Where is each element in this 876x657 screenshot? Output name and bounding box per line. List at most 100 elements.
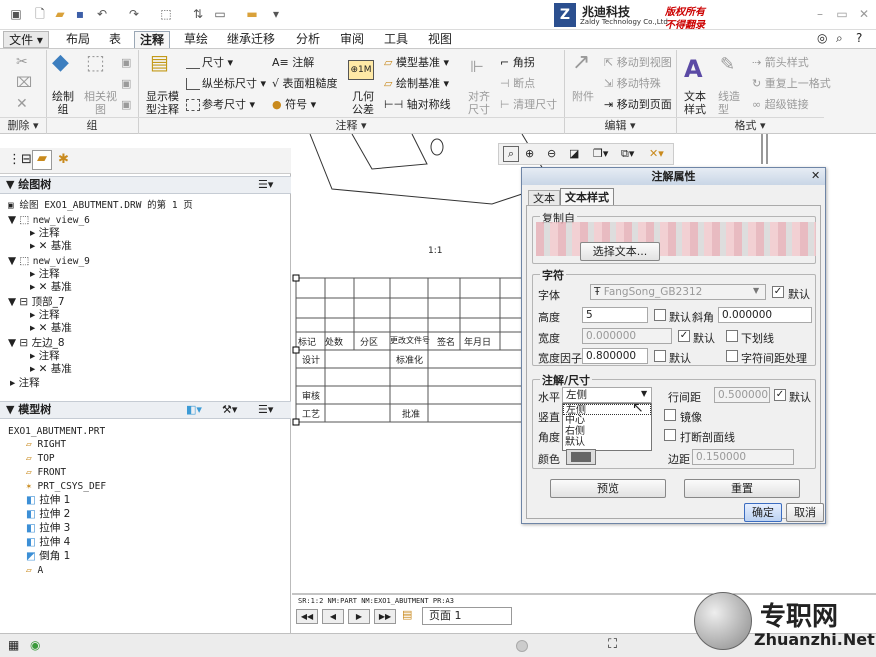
tree-view-3-notes[interactable]: ▸ 注释 bbox=[30, 309, 60, 322]
gtol-button[interactable]: 几何 公差 bbox=[352, 90, 374, 116]
preview-button[interactable]: 预览 bbox=[550, 479, 666, 498]
show-model-annotations-button[interactable]: 显示模 型注释 bbox=[146, 90, 179, 116]
repeat-format-button[interactable]: ↻ 重复上一格式 bbox=[752, 77, 831, 90]
annotation-display-icon[interactable]: ⧉▾ bbox=[621, 147, 634, 161]
width-factor-input[interactable]: 0.800000 bbox=[582, 348, 648, 364]
model-item[interactable]: ◧ 拉伸 3 bbox=[26, 522, 70, 535]
arrow-style-button[interactable]: ⇢ 箭头样式 bbox=[752, 56, 809, 69]
page-tab[interactable]: 页面 1 bbox=[422, 607, 512, 625]
select-text-button[interactable]: 选择文本... bbox=[580, 242, 660, 261]
underline-checkbox[interactable] bbox=[726, 330, 738, 342]
group-annotation-label[interactable]: 注释 ▾ bbox=[138, 117, 564, 133]
draw-group-icon[interactable]: ◆ bbox=[52, 52, 69, 74]
help-icon[interactable]: ◎ bbox=[817, 31, 827, 45]
model-tree-tools-icon[interactable]: ⚒▾ bbox=[222, 403, 237, 416]
regenerate-icon[interactable]: ⇅ bbox=[190, 6, 206, 22]
select-icon[interactable]: ⬚ bbox=[158, 6, 174, 22]
tree-view-4-notes[interactable]: ▸ 注释 bbox=[30, 350, 60, 363]
move-to-view-button[interactable]: ⇱ 移动到视图 bbox=[604, 56, 672, 69]
group-small-icon-1[interactable]: ▣ bbox=[121, 56, 131, 69]
model-item[interactable]: ▱ FRONT bbox=[26, 466, 66, 479]
option-center[interactable]: 中心 bbox=[563, 415, 651, 426]
last-page-icon[interactable]: ▶▶ bbox=[374, 609, 396, 624]
width-factor-default-checkbox[interactable] bbox=[654, 350, 666, 362]
tab-text-style[interactable]: 文本样式 bbox=[560, 188, 614, 206]
tree-notes[interactable]: ▸ 注释 bbox=[10, 377, 40, 390]
line-spacing-default-checkbox[interactable]: ✓ bbox=[774, 389, 786, 401]
question-icon[interactable]: ? bbox=[856, 31, 862, 45]
new-icon[interactable]: 🗋 bbox=[32, 6, 48, 22]
breakpoint-button[interactable]: ⊣ 断点 bbox=[500, 77, 535, 90]
erase-icon[interactable]: ✕ bbox=[16, 97, 28, 111]
display-style-icon[interactable]: ❒▾ bbox=[593, 147, 608, 160]
kerning-checkbox[interactable] bbox=[726, 350, 738, 362]
drawing-tree-header[interactable]: ▼ 绘图树 bbox=[0, 176, 291, 194]
tab-view[interactable]: 视图 bbox=[422, 31, 458, 48]
corner-button[interactable]: ⌐ 角拐 bbox=[500, 56, 535, 69]
open-icon[interactable]: ▰ bbox=[52, 6, 68, 22]
line-style-icon[interactable]: ✎ bbox=[720, 56, 735, 74]
draw-datum-button[interactable]: ▱ 绘制基准 ▾ bbox=[384, 77, 449, 90]
tab-layout[interactable]: 布局 bbox=[60, 31, 96, 48]
group-edit-label[interactable]: 编辑 ▾ bbox=[564, 117, 676, 133]
option-right[interactable]: 右侧 bbox=[563, 426, 651, 437]
tree-view-4-datum[interactable]: ▸ ✕ 基准 bbox=[30, 363, 72, 376]
tree-view-2-datum[interactable]: ▸ ✕ 基准 bbox=[30, 281, 72, 294]
tree-view-3[interactable]: ▼ ⊟ 顶部_7 bbox=[8, 296, 65, 309]
group-format-label[interactable]: 格式 ▾ bbox=[676, 117, 824, 133]
margin-input[interactable]: 0.150000 bbox=[692, 449, 794, 465]
cancel-button[interactable]: 取消 bbox=[786, 503, 824, 522]
tree-view-4[interactable]: ▼ ⊟ 左边_8 bbox=[8, 337, 65, 350]
surface-finish-button[interactable]: √ 表面粗糙度 bbox=[272, 77, 338, 90]
redo-icon[interactable]: ↷ bbox=[126, 6, 142, 22]
drawing-root[interactable]: ▣ 绘图 EXO1_ABUTMENT.DRW 的第 1 页 bbox=[8, 199, 193, 212]
repaint-icon[interactable]: ◪ bbox=[569, 147, 579, 160]
move-special-button[interactable]: ⇲ 移动特殊 bbox=[604, 77, 661, 90]
tab-sketch[interactable]: 草绘 bbox=[178, 31, 214, 48]
gtol-icon[interactable]: ⊕1M bbox=[348, 60, 374, 80]
font-default-checkbox[interactable]: ✓ bbox=[772, 286, 784, 298]
attach-icon[interactable]: ↗ bbox=[572, 52, 590, 74]
zoom-in-icon[interactable]: ⊕ bbox=[525, 147, 534, 160]
save-icon[interactable]: ▪ bbox=[72, 6, 88, 22]
horizontal-dropdown-icon[interactable]: ▼ bbox=[641, 389, 647, 398]
customize-icon[interactable]: ▾ bbox=[268, 6, 284, 22]
search-icon[interactable]: ⌕ bbox=[836, 31, 843, 46]
model-tree-show-icon[interactable]: ◧▾ bbox=[186, 403, 202, 416]
tree-view-1-notes[interactable]: ▸ 注释 bbox=[30, 227, 60, 240]
layout-toggle-icon[interactable]: ▦ bbox=[8, 638, 19, 652]
model-item[interactable]: ◧ 拉伸 1 bbox=[26, 494, 70, 507]
find-icon[interactable]: ⛶ bbox=[608, 637, 617, 652]
break-hatch-checkbox[interactable] bbox=[664, 429, 676, 441]
reset-button[interactable]: 重置 bbox=[684, 479, 800, 498]
model-item[interactable]: ◧ 拉伸 2 bbox=[26, 508, 70, 521]
color-button[interactable] bbox=[566, 449, 596, 465]
height-input[interactable]: 5 bbox=[582, 307, 648, 323]
draw-group-button[interactable]: 绘制 组 bbox=[52, 90, 74, 116]
minimize-icon[interactable]: – bbox=[812, 6, 828, 22]
undo-icon[interactable]: ↶ bbox=[94, 6, 110, 22]
prev-page-icon[interactable]: ◀ bbox=[322, 609, 344, 624]
height-default-checkbox[interactable] bbox=[654, 309, 666, 321]
close-icon[interactable]: ✕ bbox=[856, 6, 872, 22]
model-root[interactable]: EXO1_ABUTMENT.PRT bbox=[8, 425, 105, 438]
model-item[interactable]: ▱ TOP bbox=[26, 452, 55, 465]
slant-input[interactable]: 0.000000 bbox=[718, 307, 812, 323]
attach-button[interactable]: 附件 bbox=[572, 90, 594, 103]
datum-display-icon[interactable]: ✕▾ bbox=[649, 147, 664, 160]
tree-view-3-datum[interactable]: ▸ ✕ 基准 bbox=[30, 322, 72, 335]
mirror-checkbox[interactable] bbox=[664, 409, 676, 421]
model-item[interactable]: ✶ PRT_CSYS_DEF bbox=[26, 480, 106, 493]
line-spacing-input[interactable]: 0.500000 bbox=[714, 387, 770, 403]
dimension-button[interactable]: 尺寸 ▾ bbox=[186, 56, 233, 69]
tab-text[interactable]: 文本 bbox=[528, 190, 560, 206]
model-item[interactable]: ▱ A bbox=[26, 564, 43, 577]
font-dropdown-icon[interactable]: ▼ bbox=[753, 286, 759, 295]
delete-icon[interactable]: ✂ bbox=[16, 55, 28, 69]
tab-review[interactable]: 审阅 bbox=[334, 31, 370, 48]
font-select[interactable]: Ŧ FangSong_GB2312 bbox=[590, 284, 766, 300]
note-button[interactable]: A≡ 注解 bbox=[272, 56, 314, 69]
model-datum-button[interactable]: ▱ 模型基准 ▾ bbox=[384, 56, 449, 69]
ordinate-dimension-button[interactable]: 纵坐标尺寸 ▾ bbox=[186, 77, 266, 90]
clean-dimension-button[interactable]: ⊢ 清理尺寸 bbox=[500, 98, 557, 111]
